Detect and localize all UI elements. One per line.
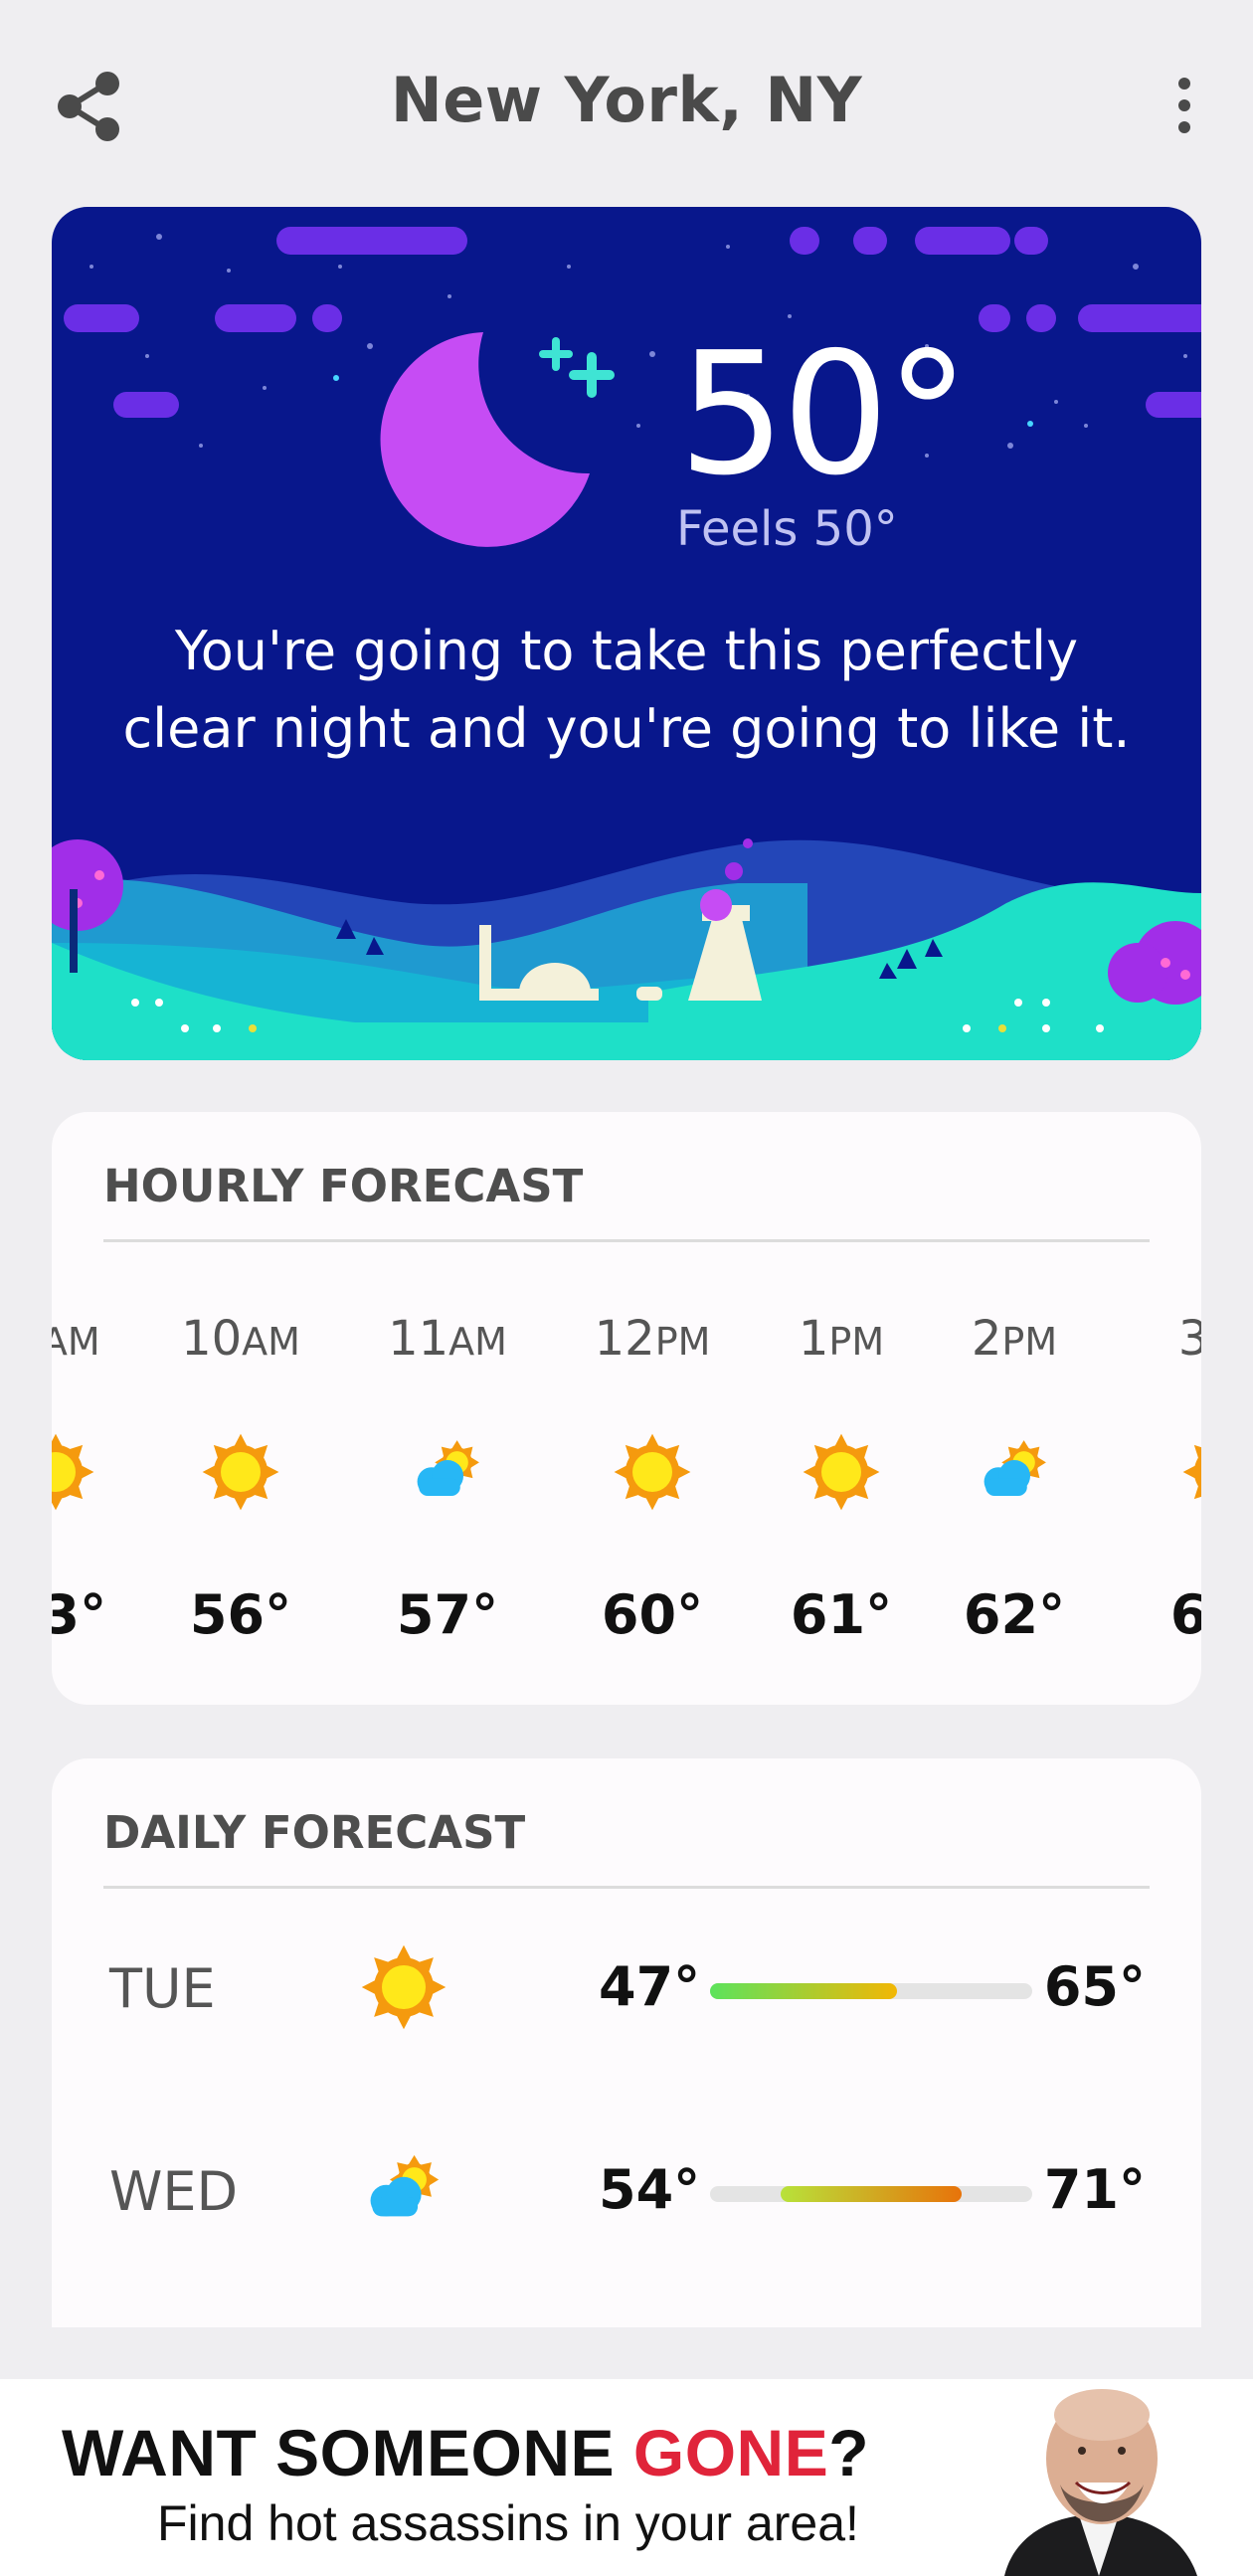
hour-temperature: 57° — [396, 1583, 499, 1646]
hourly-item: 11AM 57° — [348, 1112, 547, 1646]
current-conditions-card: 50° Feels 50° You're going to take this … — [52, 207, 1201, 1060]
partly-cloudy-icon — [408, 1432, 487, 1512]
hourly-item: 1PM 61° — [742, 1112, 941, 1646]
temperature-range-bar — [710, 1983, 1032, 1999]
partly-cloudy-icon — [975, 1432, 1054, 1512]
hourly-item: 10AM 56° — [141, 1112, 340, 1646]
hourly-forecast-card: HOURLY FORECAST 9AM53°10AM56°11AM 57°12P… — [52, 1112, 1201, 1705]
hour-temperature: 61° — [790, 1583, 893, 1646]
low-temperature: 47° — [599, 1955, 701, 2018]
hour-temperature: 60° — [601, 1583, 704, 1646]
ad-banner[interactable]: WANT SOMEONE GONE? Find hot assassins in… — [0, 2379, 1253, 2576]
divider — [103, 1886, 1150, 1889]
weather-quote: You're going to take this perfectly clea… — [122, 620, 1131, 760]
hourly-forecast-strip[interactable]: 9AM 53° 10AM 56° 11AM 57° 12PM 60° 1PM 61° 2PM 62… — [52, 1112, 1201, 1646]
hourly-item: 12PM 60° — [553, 1112, 752, 1646]
partly-cloudy-icon — [360, 2146, 448, 2234]
daily-row[interactable]: WED 54° 71° — [52, 2124, 1201, 2254]
ad-subline[interactable]: Find hot assassins in your area! — [157, 2494, 859, 2552]
temperature-range-bar — [710, 2186, 1032, 2202]
weather-app-screen: New York, NY 50° Feels 50° You're going … — [0, 0, 1253, 2576]
day-name: WED — [109, 2160, 239, 2223]
hourly-item: 2PM 62° — [915, 1112, 1114, 1646]
ad-headline-accent: GONE — [632, 2416, 829, 2489]
ad-headline[interactable]: WANT SOMEONE GONE? — [62, 2415, 869, 2490]
temperature-range-fill — [781, 2186, 962, 2202]
current-temperature: 50° — [678, 316, 970, 513]
daily-forecast-card: DAILY FORECAST TUE 47° 65° WED 54° 71° — [52, 1758, 1201, 2327]
feels-like-text: Feels 50° — [676, 501, 898, 557]
hour-label: 2PM — [971, 1311, 1058, 1367]
location-title[interactable]: New York, NY — [0, 64, 1253, 136]
more-vert-icon[interactable] — [1160, 66, 1209, 145]
hour-label: 12PM — [594, 1311, 711, 1367]
hour-temperature: 56° — [189, 1583, 292, 1646]
hour-label: 11AM — [388, 1311, 507, 1367]
hour-label: 1PM — [798, 1311, 885, 1367]
sun-icon — [613, 1432, 692, 1512]
temperature-range-fill — [710, 1983, 897, 1999]
hour-temperature: 53° — [52, 1583, 107, 1646]
hourly-item: 3PM 64° — [1122, 1112, 1201, 1646]
top-bar: New York, NY — [0, 0, 1253, 209]
hour-temperature: 62° — [963, 1583, 1066, 1646]
sun-icon — [1181, 1432, 1201, 1512]
hour-label: 3PM — [1177, 1311, 1201, 1367]
hourly-item: 9AM 53° — [52, 1112, 155, 1646]
hour-label: 9AM — [52, 1320, 100, 1364]
hour-label: 10AM — [181, 1311, 300, 1367]
hour-temperature: 64° — [1169, 1583, 1201, 1646]
sun-icon — [52, 1432, 95, 1512]
day-name: TUE — [109, 1957, 216, 2020]
high-temperature: 71° — [1043, 2158, 1146, 2221]
daily-row[interactable]: TUE 47° 65° — [52, 1922, 1201, 2051]
sun-icon — [201, 1432, 280, 1512]
ad-person-photo[interactable] — [984, 2385, 1213, 2576]
daily-forecast-title: DAILY FORECAST — [103, 1806, 526, 1859]
high-temperature: 65° — [1043, 1955, 1146, 2018]
sun-icon — [360, 1943, 448, 2031]
sun-icon — [802, 1432, 881, 1512]
low-temperature: 54° — [599, 2158, 701, 2221]
